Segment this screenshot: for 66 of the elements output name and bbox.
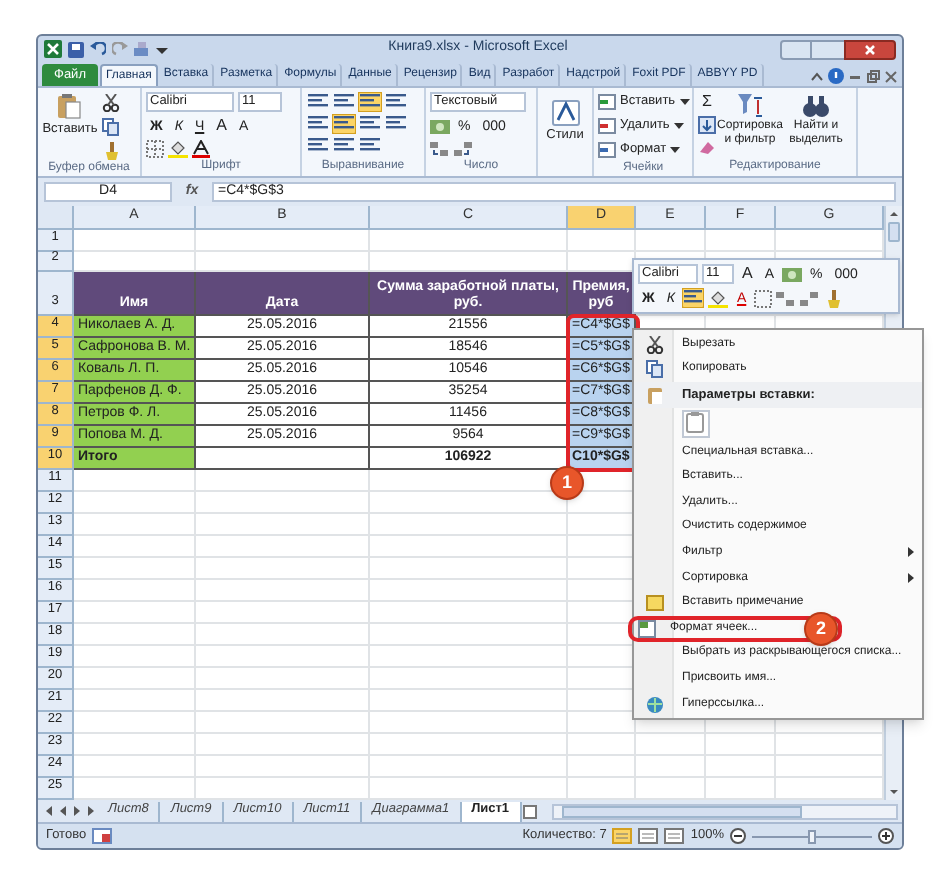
align-middle-icon[interactable] <box>332 92 356 112</box>
grow-font-button[interactable]: A <box>738 264 757 284</box>
styles-icon <box>551 100 579 126</box>
eraser-icon[interactable] <box>698 138 716 156</box>
note-icon <box>645 594 663 613</box>
close-icon <box>864 43 876 55</box>
page-layout-icon[interactable] <box>638 828 659 844</box>
save-icon[interactable] <box>68 41 84 57</box>
brush-icon[interactable] <box>824 289 843 307</box>
align-left-icon[interactable] <box>306 114 330 134</box>
grow-font-button[interactable]: A <box>212 116 231 136</box>
empty-cell <box>568 230 636 251</box>
borders-icon[interactable] <box>754 289 773 307</box>
fill-bucket-icon[interactable] <box>168 140 188 158</box>
zoom-out-icon[interactable] <box>730 828 746 844</box>
empty-cell <box>636 734 706 756</box>
format-cells-icon <box>598 142 616 158</box>
slider-thumb[interactable] <box>808 829 816 843</box>
scrollbar-thumb[interactable] <box>888 222 900 242</box>
autosum-button[interactable]: Σ <box>698 92 716 112</box>
zoom-in-icon[interactable] <box>878 828 894 844</box>
align-center-icon[interactable] <box>332 114 356 134</box>
align-right-icon[interactable] <box>358 114 382 134</box>
copy-icon[interactable] <box>102 118 120 136</box>
scrollbar-thumb[interactable] <box>561 805 802 817</box>
empty-cell <box>568 756 636 778</box>
spreadsheet-app-icon[interactable] <box>44 40 62 58</box>
undo-icon[interactable] <box>90 41 106 57</box>
empty-cell <box>706 756 776 778</box>
empty-cell <box>706 230 776 251</box>
help-icon[interactable] <box>828 68 844 84</box>
empty-cell <box>706 734 776 756</box>
collapse-ribbon-icon[interactable] <box>810 69 824 83</box>
align-bottom-icon[interactable] <box>358 92 382 112</box>
merge-cells-icon[interactable] <box>384 114 408 134</box>
money-icon[interactable] <box>782 265 803 283</box>
brush-icon[interactable] <box>102 142 120 160</box>
font-color-icon[interactable] <box>192 140 210 158</box>
new-sheet-icon[interactable] <box>521 803 540 819</box>
globe-icon <box>645 695 663 714</box>
close-button[interactable] <box>844 39 896 59</box>
scissors-icon <box>645 335 663 354</box>
dropdown-caret-icon[interactable] <box>156 43 168 55</box>
align-top-icon[interactable] <box>306 92 330 112</box>
page-break-icon[interactable] <box>664 828 685 844</box>
fill-down-icon[interactable] <box>698 116 716 134</box>
empty-cell <box>636 756 706 778</box>
copy-icon <box>645 360 663 379</box>
restore-icon[interactable] <box>866 69 880 83</box>
align-center-icon[interactable] <box>682 288 705 308</box>
delete-cells-icon <box>598 118 616 134</box>
filter-funnel-icon <box>736 92 764 120</box>
fill-bucket-icon[interactable] <box>708 289 729 307</box>
paste-option-button[interactable] <box>682 409 710 438</box>
caret-icon <box>670 146 681 154</box>
format-cells-icon <box>638 619 656 638</box>
empty-cell <box>568 734 636 756</box>
empty-cell <box>636 230 706 251</box>
caret-icon <box>673 122 684 130</box>
close-icon[interactable] <box>884 69 898 83</box>
insert-cells-icon <box>598 94 616 110</box>
scissors-icon[interactable] <box>102 94 120 112</box>
binoculars-icon <box>802 92 830 120</box>
caret-icon <box>679 98 690 106</box>
horizontal-scrollbar[interactable] <box>551 803 898 819</box>
borders-icon[interactable] <box>146 140 164 158</box>
